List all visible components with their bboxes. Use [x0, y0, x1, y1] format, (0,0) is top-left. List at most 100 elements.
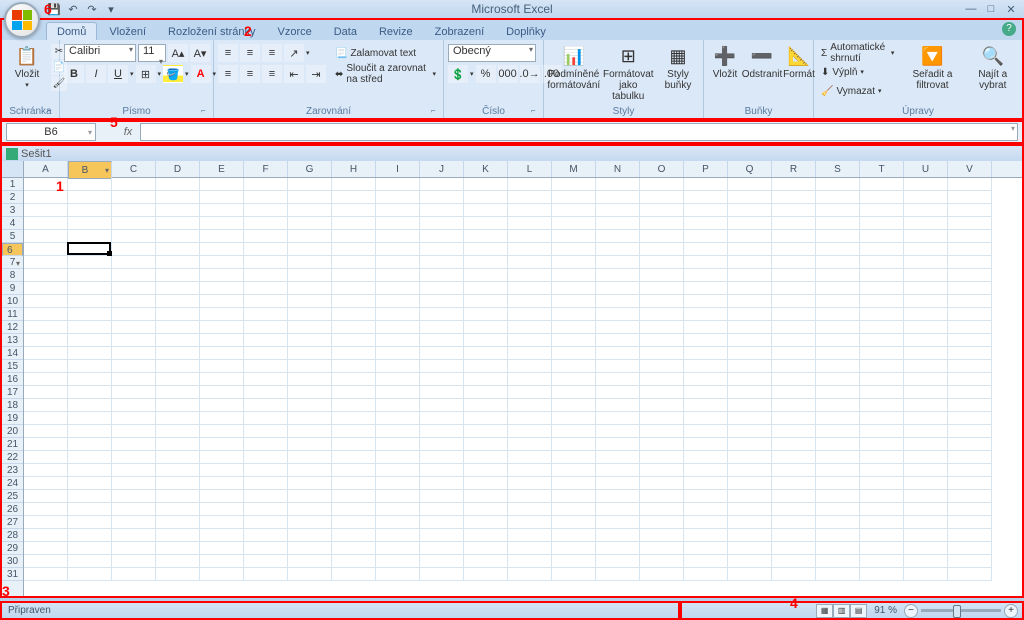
row-header-30[interactable]: 30	[2, 555, 23, 568]
cell[interactable]	[816, 425, 860, 438]
cell[interactable]	[464, 295, 508, 308]
cell[interactable]	[200, 217, 244, 230]
cell[interactable]	[860, 373, 904, 386]
cell[interactable]	[640, 386, 684, 399]
row-header-21[interactable]: 21	[2, 438, 23, 451]
cell[interactable]	[772, 412, 816, 425]
cell[interactable]	[816, 230, 860, 243]
cell[interactable]	[156, 399, 200, 412]
cell[interactable]	[948, 334, 992, 347]
cell[interactable]	[684, 568, 728, 581]
cell[interactable]	[728, 373, 772, 386]
cell[interactable]	[508, 464, 552, 477]
cell[interactable]	[684, 269, 728, 282]
cell[interactable]	[728, 191, 772, 204]
cell[interactable]	[904, 464, 948, 477]
cell[interactable]	[948, 412, 992, 425]
cell[interactable]	[860, 295, 904, 308]
insert-cells-button[interactable]: ➕ Vložit	[708, 42, 742, 82]
cell[interactable]	[332, 503, 376, 516]
tab-revize[interactable]: Revize	[369, 23, 423, 40]
row-header-9[interactable]: 9	[2, 282, 23, 295]
cell[interactable]	[24, 568, 68, 581]
cell[interactable]	[596, 412, 640, 425]
cell[interactable]	[772, 555, 816, 568]
cell[interactable]	[332, 516, 376, 529]
cell[interactable]	[68, 243, 112, 256]
cell[interactable]	[772, 334, 816, 347]
cell[interactable]	[904, 282, 948, 295]
cell[interactable]	[200, 347, 244, 360]
cell[interactable]	[948, 503, 992, 516]
cell[interactable]	[288, 542, 332, 555]
cell[interactable]	[156, 178, 200, 191]
cell[interactable]	[68, 373, 112, 386]
cell[interactable]	[420, 243, 464, 256]
cell[interactable]	[288, 191, 332, 204]
cell[interactable]	[288, 373, 332, 386]
cell[interactable]	[552, 568, 596, 581]
font-size-selector[interactable]: 11	[138, 44, 166, 62]
cell[interactable]	[112, 269, 156, 282]
cell[interactable]	[948, 204, 992, 217]
align-middle-button[interactable]: ≡	[240, 44, 260, 62]
cell[interactable]	[816, 529, 860, 542]
cell[interactable]	[68, 399, 112, 412]
cell[interactable]	[508, 386, 552, 399]
cell[interactable]	[860, 464, 904, 477]
cell[interactable]	[508, 295, 552, 308]
cell[interactable]	[904, 386, 948, 399]
cell[interactable]	[816, 295, 860, 308]
cell[interactable]	[728, 555, 772, 568]
cell[interactable]	[112, 438, 156, 451]
cell[interactable]	[552, 490, 596, 503]
cell[interactable]	[464, 412, 508, 425]
cell[interactable]	[112, 230, 156, 243]
cell[interactable]	[200, 438, 244, 451]
cell[interactable]	[772, 360, 816, 373]
cell[interactable]	[860, 256, 904, 269]
cell[interactable]	[860, 555, 904, 568]
cell[interactable]	[904, 308, 948, 321]
cell[interactable]	[288, 529, 332, 542]
cell[interactable]	[288, 321, 332, 334]
cell[interactable]	[112, 360, 156, 373]
cell[interactable]	[244, 568, 288, 581]
cell[interactable]	[640, 178, 684, 191]
cell[interactable]	[772, 451, 816, 464]
row-header-18[interactable]: 18	[2, 399, 23, 412]
decrease-indent-button[interactable]: ⇤	[284, 65, 304, 83]
cell[interactable]	[332, 490, 376, 503]
cell[interactable]	[24, 243, 68, 256]
cell[interactable]	[244, 542, 288, 555]
row-header-15[interactable]: 15	[2, 360, 23, 373]
cell[interactable]	[420, 399, 464, 412]
cell[interactable]	[244, 230, 288, 243]
cell[interactable]	[904, 178, 948, 191]
cell[interactable]	[948, 568, 992, 581]
cell[interactable]	[596, 464, 640, 477]
cell[interactable]	[420, 269, 464, 282]
cell[interactable]	[948, 425, 992, 438]
cell[interactable]	[112, 282, 156, 295]
italic-button[interactable]: I	[86, 65, 106, 83]
cell[interactable]	[728, 178, 772, 191]
cell[interactable]	[376, 386, 420, 399]
cell[interactable]	[244, 256, 288, 269]
cell[interactable]	[772, 191, 816, 204]
cell[interactable]	[420, 295, 464, 308]
cell[interactable]	[684, 347, 728, 360]
cell[interactable]	[640, 217, 684, 230]
cell[interactable]	[552, 295, 596, 308]
cell[interactable]	[904, 295, 948, 308]
cell[interactable]	[156, 503, 200, 516]
cell[interactable]	[112, 568, 156, 581]
cell[interactable]	[24, 490, 68, 503]
cell[interactable]	[332, 347, 376, 360]
cell[interactable]	[684, 386, 728, 399]
cell[interactable]	[728, 269, 772, 282]
cell[interactable]	[552, 555, 596, 568]
cell[interactable]	[332, 295, 376, 308]
cell[interactable]	[508, 477, 552, 490]
cell[interactable]	[420, 568, 464, 581]
